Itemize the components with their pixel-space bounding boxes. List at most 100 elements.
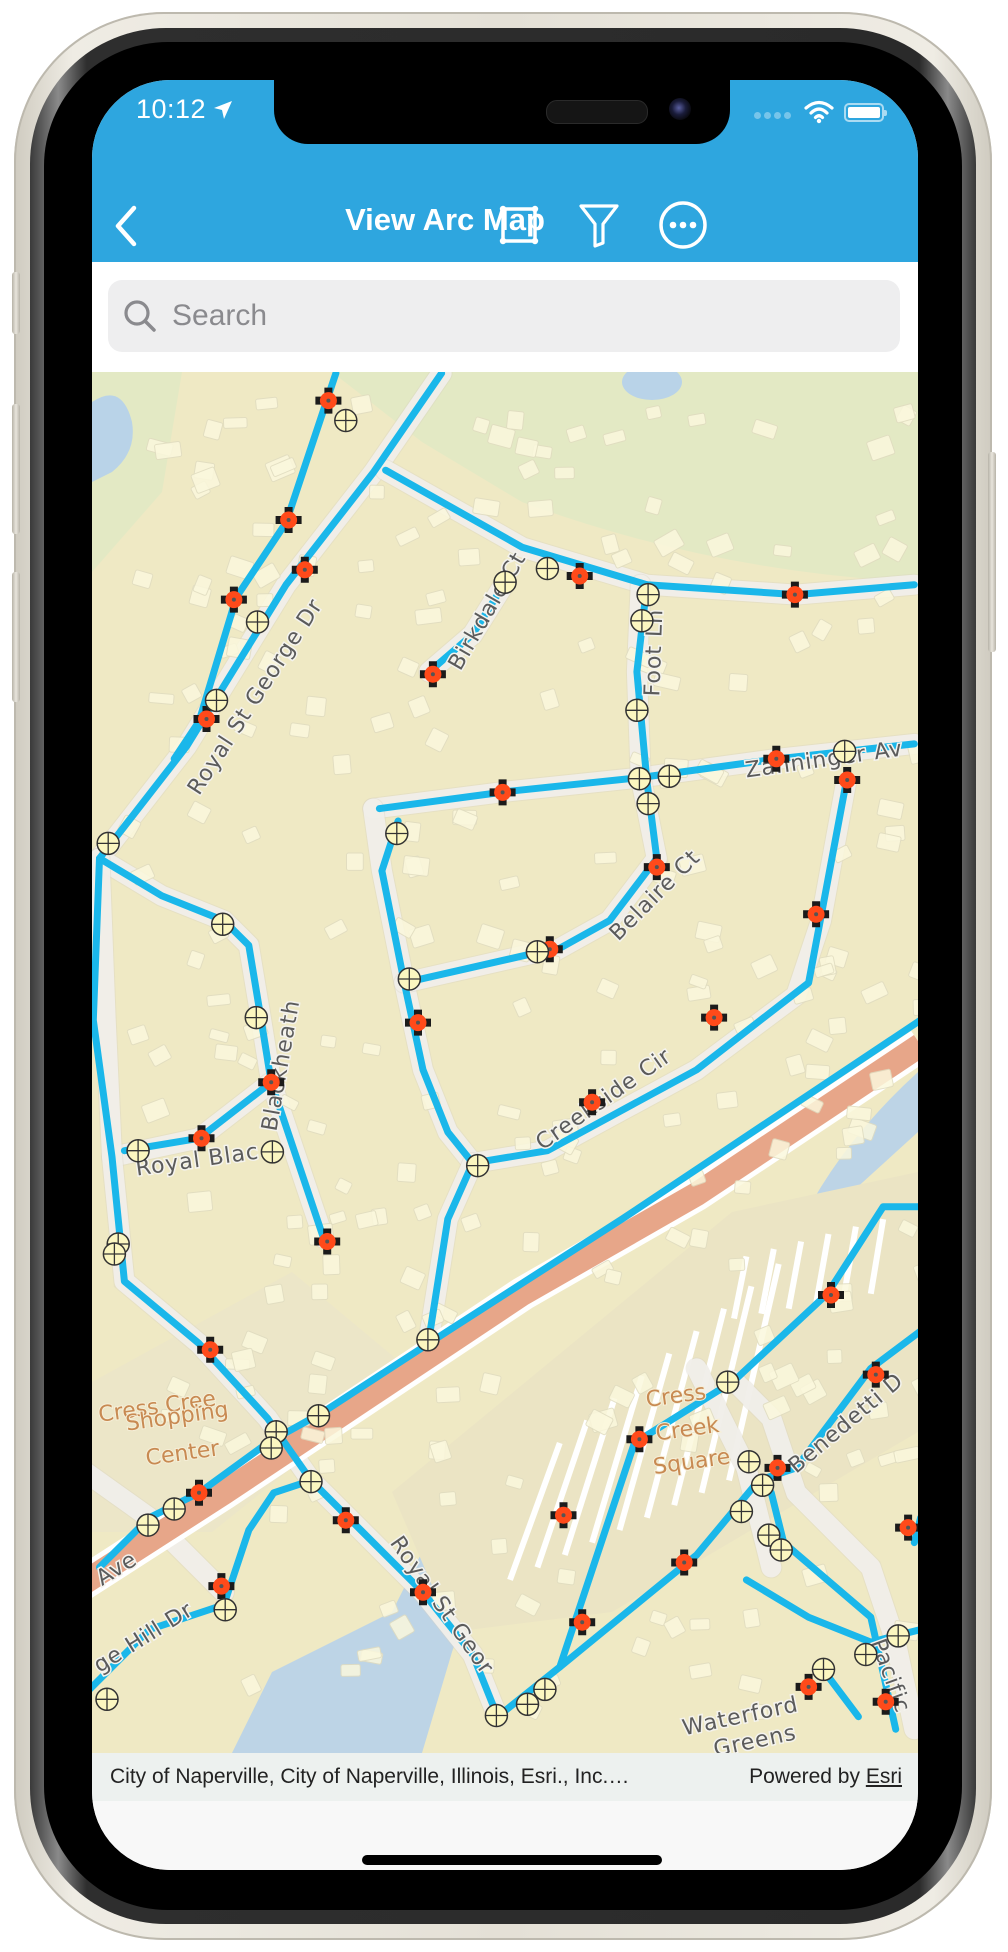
valve-center xyxy=(580,1620,585,1625)
hydrant-icon xyxy=(636,791,660,816)
valve-center xyxy=(829,1293,833,1297)
valve-center xyxy=(712,1015,717,1020)
select-extent-button[interactable] xyxy=(492,198,546,252)
hydrant-icon xyxy=(210,912,235,937)
valve-center xyxy=(590,1100,595,1105)
search-field[interactable] xyxy=(108,280,900,352)
volume-down-button xyxy=(12,572,20,702)
silent-switch xyxy=(12,272,20,334)
chevron-left-icon xyxy=(115,205,137,247)
building xyxy=(206,993,231,1007)
status-time-text: 10:12 xyxy=(136,94,207,124)
hydrant-icon xyxy=(625,698,649,723)
building xyxy=(255,396,279,411)
screen: 10:12 View Arc Map Search Royal St Georg… xyxy=(92,80,918,1870)
valve-center xyxy=(775,1465,780,1470)
building xyxy=(457,547,481,567)
map-attribution: City of Naperville, City of Naperville, … xyxy=(92,1753,918,1801)
building xyxy=(689,1618,711,1631)
valve-center xyxy=(792,592,797,597)
hydrant-icon xyxy=(204,688,229,713)
map-canvas[interactable]: Royal St George Dr Birkdale Ct Foot LnZahn… xyxy=(92,372,918,1753)
valve-center xyxy=(325,1239,330,1244)
app-header: 10:12 View Arc Map xyxy=(92,80,918,262)
map-view[interactable]: Royal St George Dr Birkdale Ct Foot Ln Zahn… xyxy=(92,372,918,1753)
hydrant-icon xyxy=(245,610,270,634)
hydrant-icon xyxy=(832,739,857,764)
status-indicators xyxy=(754,100,887,124)
building xyxy=(396,1162,417,1183)
valve-center xyxy=(500,790,505,795)
building xyxy=(645,405,662,420)
building xyxy=(841,1125,865,1147)
building xyxy=(514,1136,532,1151)
home-indicator[interactable] xyxy=(362,1855,662,1865)
hydrant-icon xyxy=(627,766,652,791)
hydrant-icon xyxy=(136,1513,160,1537)
valve-center xyxy=(577,574,582,578)
speaker-grille xyxy=(546,100,648,124)
building xyxy=(527,499,554,518)
building xyxy=(346,852,364,871)
valve-center xyxy=(814,912,819,917)
valve-center xyxy=(416,1020,420,1025)
back-button[interactable] xyxy=(106,200,150,252)
building xyxy=(305,695,327,718)
hydrant-icon xyxy=(769,1538,793,1562)
notch xyxy=(274,80,730,144)
hydrant-icon xyxy=(525,939,550,964)
more-options-button[interactable] xyxy=(656,198,710,252)
magnifier-icon xyxy=(124,300,156,332)
valve-center xyxy=(637,1437,642,1442)
building xyxy=(804,1063,831,1081)
filter-button[interactable] xyxy=(572,198,626,252)
valve-center xyxy=(231,597,236,602)
building xyxy=(472,497,501,518)
hydrant-icon xyxy=(886,1624,910,1648)
valve-center xyxy=(845,778,850,782)
hydrant-icon xyxy=(484,1703,509,1728)
building xyxy=(340,1663,361,1677)
esri-link[interactable]: Esri xyxy=(866,1765,902,1788)
building xyxy=(289,722,311,739)
hydrant-icon xyxy=(162,1497,186,1521)
building xyxy=(368,484,385,500)
hydrant-icon xyxy=(260,1140,285,1164)
building xyxy=(357,559,375,574)
hydrant-icon xyxy=(657,764,682,789)
hydrant-icon xyxy=(729,1499,754,1524)
valve-center xyxy=(208,1347,213,1352)
building xyxy=(556,1568,577,1586)
hydrant-icon xyxy=(126,1138,150,1163)
building xyxy=(438,1491,457,1507)
front-camera xyxy=(669,98,691,120)
building xyxy=(857,617,876,635)
hydrant-icon xyxy=(306,1403,331,1428)
valve-center xyxy=(421,1590,425,1595)
search-input[interactable] xyxy=(170,298,874,334)
building xyxy=(514,436,539,458)
square-selection-icon xyxy=(499,205,539,245)
building xyxy=(728,1257,746,1272)
powered-by: Powered by Esri xyxy=(749,1765,902,1789)
building xyxy=(319,1034,337,1049)
building xyxy=(354,603,373,620)
building xyxy=(186,1190,214,1213)
building xyxy=(662,1112,682,1128)
valve-center xyxy=(219,1584,224,1589)
valve-center xyxy=(883,1699,888,1704)
funnel-icon xyxy=(579,204,619,248)
building xyxy=(222,416,248,429)
hydrant-icon xyxy=(244,1005,269,1030)
battery-icon xyxy=(844,102,887,122)
cellular-signal-icon xyxy=(754,111,794,119)
hydrant-icon xyxy=(95,1687,119,1712)
valve-center xyxy=(873,1372,878,1377)
valve-center xyxy=(326,398,331,403)
hydrant-icon xyxy=(334,408,358,433)
hydrant-icon xyxy=(811,1657,836,1682)
hydrant-icon xyxy=(259,1436,283,1460)
building xyxy=(772,544,793,558)
building xyxy=(490,1537,508,1555)
building xyxy=(154,440,183,461)
